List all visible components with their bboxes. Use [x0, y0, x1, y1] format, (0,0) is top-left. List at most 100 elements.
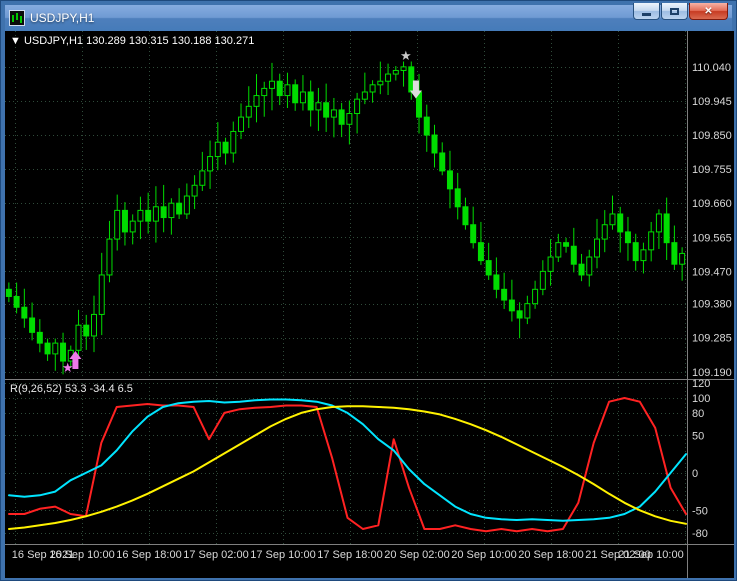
candle-body [624, 231, 631, 244]
candle-body [36, 331, 43, 344]
chart-header-ohlc[interactable]: ▼ USDJPY,H1 130.289 130.315 130.188 130.… [10, 35, 254, 47]
candle-body [160, 206, 167, 219]
price-axis-label: 109.660 [692, 198, 732, 210]
candle-body [207, 156, 214, 172]
candle-body [516, 310, 523, 319]
candle-body [400, 66, 407, 71]
app-icon [9, 10, 25, 26]
indicator-axis-label: 0 [692, 468, 698, 480]
candle-body [385, 73, 392, 82]
time-axis-label: 17 Sep 02:00 [183, 549, 248, 561]
candle-body [222, 141, 229, 154]
candle-body [52, 342, 59, 355]
application-window: USDJPY,H1 ✕ ★ ★ 110.040 109.945 109.850 109.7… [0, 0, 737, 581]
price-axis-label: 109.380 [692, 299, 732, 311]
signal-star-icon[interactable]: ★ [400, 48, 412, 63]
candle-body [268, 80, 275, 89]
candle-body [323, 102, 330, 118]
candle-body [532, 288, 539, 305]
candle-body [315, 102, 322, 111]
candle-body [679, 252, 686, 265]
candle-body [423, 116, 430, 136]
candle-body [547, 256, 554, 272]
indicator-axis-label: 120 [692, 378, 710, 390]
time-axis-label: 20 Sep 02:00 [384, 549, 449, 561]
candle-body [462, 206, 469, 226]
candle-body [284, 84, 291, 97]
candle-body [137, 209, 144, 222]
candle-body [555, 242, 562, 258]
candle-body [655, 213, 662, 233]
candle-body [617, 213, 624, 233]
price-axis-label: 109.285 [692, 333, 732, 345]
minimize-button[interactable] [633, 3, 660, 20]
candle-body [230, 130, 237, 154]
time-axis-label: 16 Sep 10:00 [49, 549, 114, 561]
candle-body [361, 91, 368, 100]
candle-body [570, 245, 577, 265]
time-axis-label: 20 Sep 10:00 [451, 549, 516, 561]
signal-star-icon[interactable]: ★ [62, 360, 74, 375]
time-axis-label: 16 Sep 18:00 [116, 549, 181, 561]
candle-body [501, 288, 508, 301]
candle-body [145, 209, 152, 222]
candle-body [60, 342, 67, 362]
candle-body [493, 274, 500, 290]
candle-body [508, 299, 515, 312]
time-axis[interactable]: 16 Sep 202116 Sep 10:00 16 Sep 18:00 17 Se… [12, 549, 684, 561]
window-titlebar[interactable]: USDJPY,H1 ✕ [5, 3, 732, 31]
candle-body [199, 170, 206, 186]
indicator-axis-label: 80 [692, 408, 704, 420]
candle-body [454, 188, 461, 208]
candle-body [253, 95, 260, 107]
candle-body [632, 242, 639, 262]
candle-body [338, 109, 345, 125]
maximize-button[interactable] [661, 3, 688, 20]
candle-body [477, 242, 484, 262]
candle-body [90, 313, 97, 337]
candle-body [245, 105, 252, 118]
chart-canvas[interactable]: ★ ★ 110.040 109.945 109.850 109.755 109.660 109… [5, 31, 734, 578]
candle-body [609, 213, 616, 226]
candle-body [470, 224, 477, 244]
time-axis-label: 20 Sep 18:00 [518, 549, 583, 561]
candle-body [292, 84, 299, 104]
price-axis-label: 109.755 [692, 164, 732, 176]
candle-body [168, 202, 175, 219]
indicator-label: R(9,26,52) 53.3 -34.4 6.5 [10, 383, 133, 395]
candle-body [152, 206, 159, 222]
candle-body [307, 91, 314, 111]
indicator-axis-label: -80 [692, 528, 708, 540]
candle-body [586, 256, 593, 276]
minimize-icon [642, 13, 651, 16]
candle-body [261, 87, 268, 97]
time-axis-label: 17 Sep 10:00 [250, 549, 315, 561]
candle-body [176, 202, 183, 215]
price-axis-label: 109.850 [692, 130, 732, 142]
candle-body [354, 98, 361, 115]
candle-body [98, 274, 105, 315]
price-axis-label: 109.565 [692, 232, 732, 244]
maximize-icon [670, 7, 679, 15]
candle-body [29, 317, 36, 333]
candle-body [330, 109, 337, 118]
candle-body [191, 184, 198, 197]
candle-body [563, 242, 570, 247]
candle-body [431, 134, 438, 154]
chart-client-area[interactable]: ★ ★ 110.040 109.945 109.850 109.755 109.660 109… [5, 31, 734, 578]
candle-body [299, 91, 306, 104]
candle-body [648, 231, 655, 251]
close-button[interactable]: ✕ [689, 3, 728, 20]
indicator-axis-label: 100 [692, 393, 710, 405]
price-axis-label: 109.470 [692, 266, 732, 278]
close-icon: ✕ [704, 5, 713, 17]
candle-body [640, 249, 647, 262]
candle-body [539, 270, 546, 290]
candle-body [44, 342, 51, 355]
price-axis-label: 110.040 [692, 62, 731, 74]
candle-body [276, 80, 283, 97]
candle-body [214, 141, 221, 158]
candle-body [578, 263, 585, 276]
candle-body [346, 113, 353, 125]
candle-body [13, 295, 20, 308]
